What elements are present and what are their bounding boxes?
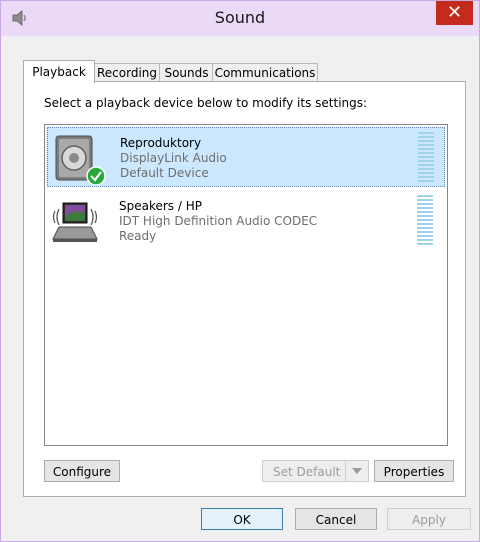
device-list[interactable]: Reproduktory DisplayLink Audio Default D… (44, 124, 448, 446)
device-name: Speakers / HP (119, 199, 202, 213)
sound-dialog: Sound ✕ Playback Recording Sounds Commun… (0, 0, 480, 542)
device-driver: DisplayLink Audio (120, 151, 227, 165)
device-driver: IDT High Definition Audio CODEC (119, 214, 318, 228)
configure-button[interactable]: Configure (44, 460, 120, 482)
device-name: Reproduktory (120, 136, 202, 150)
apply-button[interactable]: Apply (387, 508, 471, 530)
instruction-text: Select a playback device below to modify… (44, 96, 368, 110)
laptop-speakers-icon (52, 202, 98, 242)
tab-communications[interactable]: Communications (212, 63, 318, 82)
title-bar[interactable]: Sound ✕ (1, 1, 479, 36)
device-status: Ready (119, 229, 157, 243)
device-status: Default Device (120, 166, 209, 180)
volume-meter (418, 132, 434, 184)
close-icon: ✕ (446, 2, 463, 23)
default-check-icon (86, 166, 106, 186)
volume-meter (417, 195, 433, 247)
set-default-label: Set Default (273, 465, 341, 479)
close-button[interactable]: ✕ (436, 1, 473, 25)
properties-button[interactable]: Properties (374, 460, 454, 482)
window-title: Sound (214, 8, 266, 27)
tab-recording[interactable]: Recording (93, 63, 161, 82)
tab-sounds[interactable]: Sounds (159, 63, 214, 82)
chevron-down-icon (352, 468, 362, 474)
device-text: Reproduktory DisplayLink Audio Default D… (120, 136, 227, 181)
ok-button[interactable]: OK (201, 508, 283, 530)
device-item-speakers-hp[interactable]: Speakers / HP IDT High Definition Audio … (47, 191, 443, 249)
set-default-button[interactable]: Set Default (262, 460, 369, 482)
set-default-dropdown[interactable] (345, 461, 368, 481)
cancel-button[interactable]: Cancel (295, 508, 377, 530)
playback-panel: Select a playback device below to modify… (23, 81, 466, 497)
tab-playback[interactable]: Playback (23, 60, 95, 83)
device-text: Speakers / HP IDT High Definition Audio … (119, 199, 317, 244)
device-item-reproduktory[interactable]: Reproduktory DisplayLink Audio Default D… (47, 127, 445, 187)
